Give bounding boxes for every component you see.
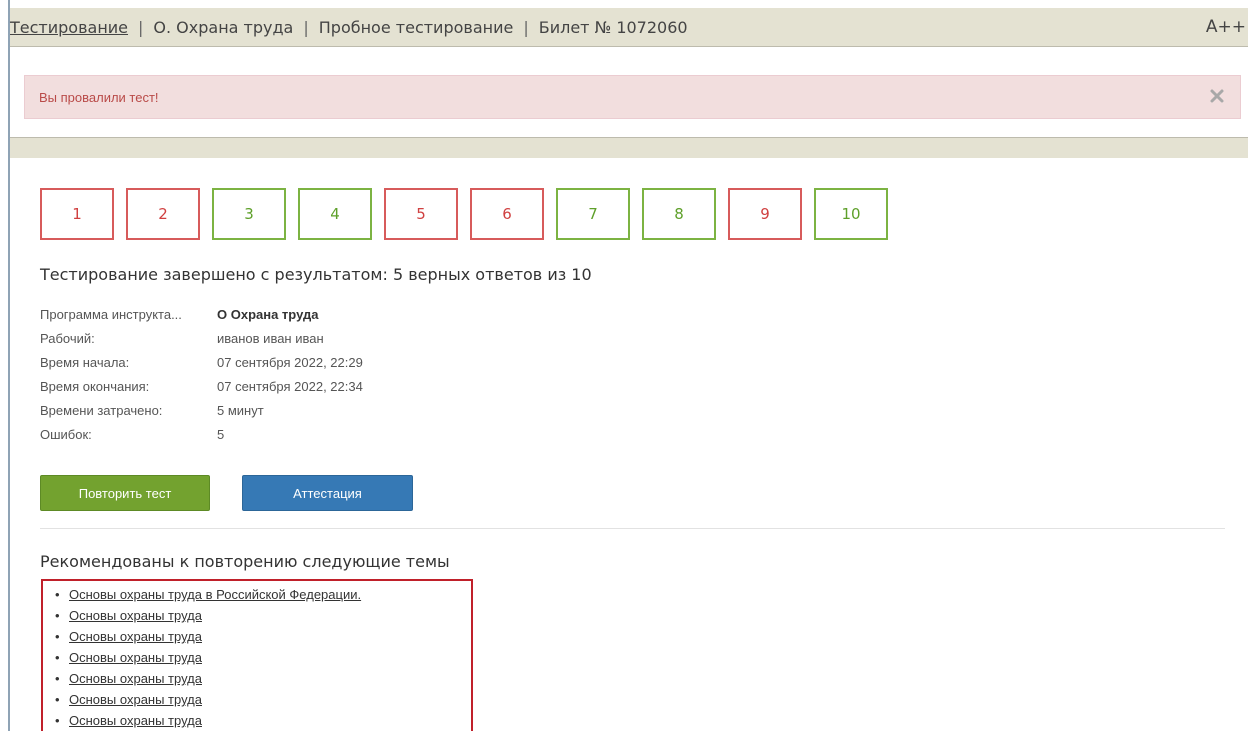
question-6-button[interactable]: 6	[470, 188, 544, 240]
breadcrumb-ticket: Билет № 1072060	[538, 17, 688, 37]
recommendations-title: Рекомендованы к повторению следующие тем…	[40, 552, 450, 571]
question-2-button[interactable]: 2	[126, 188, 200, 240]
info-label: Рабочий:	[40, 330, 95, 346]
info-row-end-time: Время окончания: 07 сентября 2022, 22:34	[40, 374, 363, 398]
list-item: • Основы охраны труда в Российской Федера…	[43, 584, 471, 605]
question-navigation: 1 2 3 4 5 6 7 8 9 10	[40, 188, 900, 240]
info-value: 5	[217, 426, 225, 442]
attestation-button[interactable]: Аттестация	[242, 475, 413, 511]
breadcrumb-mode: Пробное тестирование	[318, 17, 514, 37]
info-label: Время начала:	[40, 354, 130, 370]
info-row-start-time: Время начала: 07 сентября 2022, 22:29	[40, 350, 363, 374]
bullet: •	[55, 608, 60, 623]
bullet: •	[55, 650, 60, 665]
font-size-toggle-button[interactable]: A++	[1206, 17, 1246, 37]
topic-link[interactable]: Основы охраны труда	[69, 692, 202, 707]
fail-alert: Вы провалили тест!	[24, 75, 1241, 119]
question-9-button[interactable]: 9	[728, 188, 802, 240]
list-item: • Основы охраны труда	[43, 689, 471, 710]
info-row-worker: Рабочий: иванов иван иван	[40, 326, 363, 350]
info-value: О Охрана труда	[217, 306, 319, 322]
info-row-time-spent: Времени затрачено: 5 минут	[40, 398, 363, 422]
info-value: 07 сентября 2022, 22:29	[217, 354, 363, 370]
breadcrumb-separator: |	[523, 17, 529, 37]
info-row-errors: Ошибок: 5	[40, 422, 363, 446]
question-4-button[interactable]: 4	[298, 188, 372, 240]
repeat-test-button[interactable]: Повторить тест	[40, 475, 210, 511]
info-label: Времени затрачено:	[40, 402, 163, 418]
breadcrumb-testing-link[interactable]: Тестирование	[10, 18, 128, 37]
topic-link[interactable]: Основы охраны труда	[69, 608, 202, 623]
info-row-program: Программа инструкта... О Охрана труда	[40, 302, 363, 326]
question-8-button[interactable]: 8	[642, 188, 716, 240]
bullet: •	[55, 587, 60, 602]
header-sub-bar	[10, 137, 1248, 158]
topic-link[interactable]: Основы охраны труда в Российской Федерац…	[69, 587, 361, 602]
topic-link[interactable]: Основы охраны труда	[69, 650, 202, 665]
info-value: иванов иван иван	[217, 330, 324, 346]
bullet: •	[55, 629, 60, 644]
bullet: •	[55, 692, 60, 707]
bullet: •	[55, 713, 60, 728]
topic-link[interactable]: Основы охраны труда	[69, 629, 202, 644]
divider	[40, 528, 1225, 529]
info-value: 5 минут	[217, 402, 264, 418]
breadcrumb: Тестирование | О. Охрана труда | Пробное…	[10, 8, 1248, 47]
bullet: •	[55, 671, 60, 686]
page-left-border	[8, 0, 10, 731]
breadcrumb-separator: |	[138, 17, 144, 37]
recommended-topics-list: • Основы охраны труда в Российской Федера…	[41, 579, 473, 731]
info-value: 07 сентября 2022, 22:34	[217, 378, 363, 394]
list-item: • Основы охраны труда	[43, 668, 471, 689]
info-label: Программа инструкта...	[40, 306, 182, 322]
alert-message: Вы провалили тест!	[39, 89, 159, 105]
question-10-button[interactable]: 10	[814, 188, 888, 240]
topic-link[interactable]: Основы охраны труда	[69, 671, 202, 686]
question-3-button[interactable]: 3	[212, 188, 286, 240]
list-item: • Основы охраны труда	[43, 626, 471, 647]
breadcrumb-program: О. Охрана труда	[153, 17, 294, 37]
list-item: • Основы охраны труда	[43, 605, 471, 626]
close-icon[interactable]	[1208, 87, 1226, 105]
breadcrumb-separator: |	[303, 17, 309, 37]
list-item: • Основы охраны труда	[43, 647, 471, 668]
question-7-button[interactable]: 7	[556, 188, 630, 240]
list-item: • Основы охраны труда	[43, 710, 471, 731]
topic-link[interactable]: Основы охраны труда	[69, 713, 202, 728]
question-1-button[interactable]: 1	[40, 188, 114, 240]
result-info-table: Программа инструкта... О Охрана труда Ра…	[40, 302, 363, 446]
info-label: Ошибок:	[40, 426, 92, 442]
result-title: Тестирование завершено с результатом: 5 …	[40, 265, 592, 284]
info-label: Время окончания:	[40, 378, 150, 394]
question-5-button[interactable]: 5	[384, 188, 458, 240]
